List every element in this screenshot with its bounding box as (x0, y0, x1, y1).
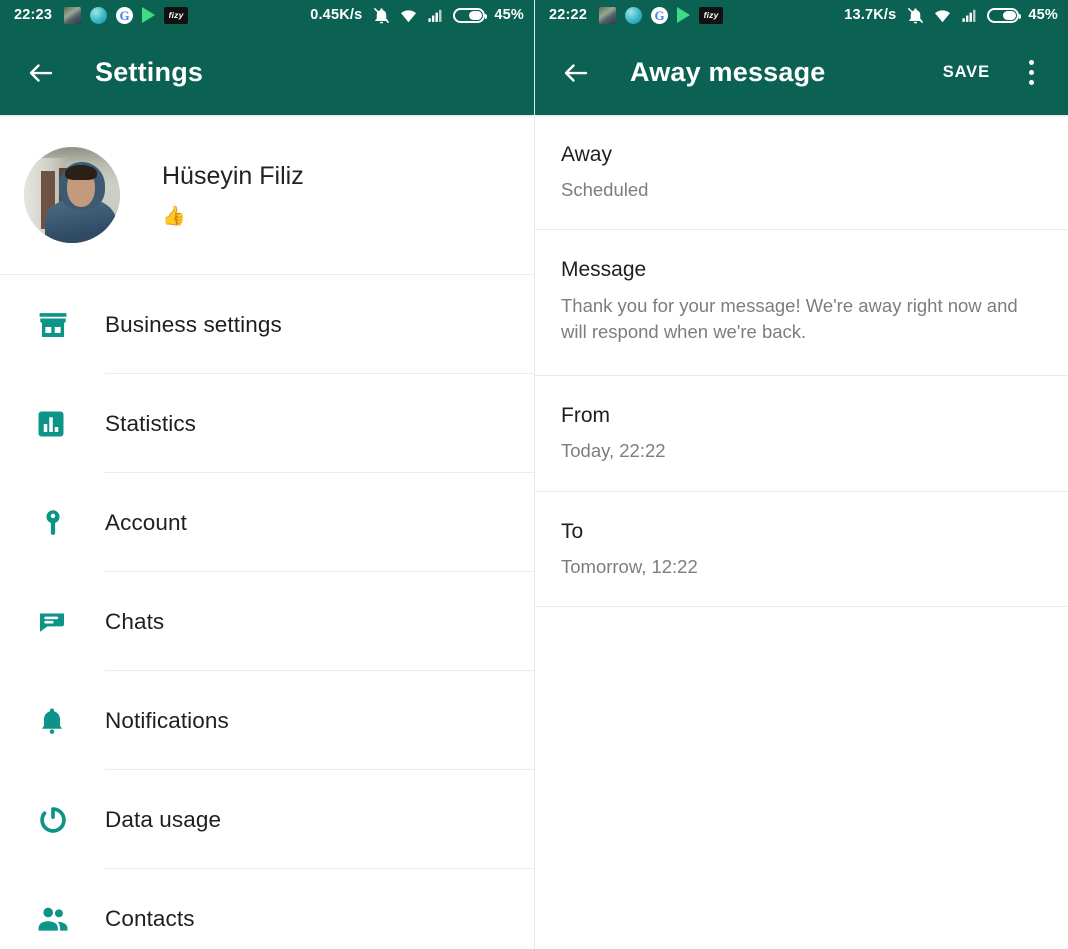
away-row-title: From (561, 404, 610, 428)
status-clock: 22:23 (14, 7, 53, 23)
status-notification-icons: G fizy (64, 6, 189, 24)
signal-bars-icon (962, 9, 976, 22)
settings-list: Business settings Statistics Account Cha… (0, 275, 534, 949)
sidebar-item-contacts[interactable]: Contacts (0, 869, 534, 949)
wifi-icon (401, 9, 417, 22)
bar-chart-icon (36, 409, 74, 439)
status-system-icons: 0.45K/s 45% (310, 6, 524, 25)
fizy-icon: fizy (164, 6, 189, 24)
bell-muted-icon (374, 7, 390, 23)
dual-screenshot: 22:23 G fizy 0.45K/s 45% Settings Hüseyi… (0, 0, 1068, 949)
away-message-panel: 22:22 G fizy 13.7K/s 45% Away message SA… (534, 0, 1068, 949)
arrow-back-icon (564, 63, 588, 82)
bell-icon (36, 705, 74, 737)
away-row-value: Scheduled (561, 179, 649, 201)
sidebar-item-business-settings[interactable]: Business settings (0, 275, 534, 374)
save-button[interactable]: SAVE (937, 55, 996, 90)
avatar[interactable] (24, 146, 120, 243)
data-rate-label: 13.7K/s (844, 7, 897, 23)
sidebar-item-notifications[interactable]: Notifications (0, 671, 534, 770)
sidebar-item-label: Contacts (105, 905, 195, 931)
away-settings-list: Away Scheduled Message Thank you for you… (535, 115, 1068, 608)
away-message-toolbar: Away message SAVE (535, 30, 1068, 115)
away-row-title: To (561, 519, 584, 543)
status-system-icons: 13.7K/s 45% (844, 6, 1058, 25)
battery-percent-label: 45% (494, 7, 524, 23)
away-row-value: Today, 22:22 (561, 440, 666, 462)
storefront-icon (36, 308, 74, 342)
sidebar-item-label: Notifications (105, 707, 229, 733)
bell-muted-icon (908, 7, 924, 23)
status-clock: 22:22 (549, 7, 588, 23)
battery-icon (987, 7, 1022, 23)
away-row-away[interactable]: Away Scheduled (535, 115, 1068, 231)
away-row-value: Thank you for your message! We're away r… (561, 294, 1018, 342)
away-row-message[interactable]: Message Thank you for your message! We'r… (535, 230, 1068, 377)
profile-name: Hüseyin Filiz (162, 162, 304, 191)
photo-thumbnail-icon (64, 6, 82, 24)
status-bar-left: 22:23 G fizy 0.45K/s 45% (0, 0, 534, 30)
arrow-back-icon (29, 63, 53, 82)
photo-thumbnail-icon (599, 6, 617, 24)
sidebar-item-account[interactable]: Account (0, 473, 534, 572)
away-row-value: Tomorrow, 12:22 (561, 555, 698, 577)
away-row-title: Message (561, 258, 647, 282)
status-bar-right: 22:22 G fizy 13.7K/s 45% (535, 0, 1068, 30)
google-icon: G (651, 6, 669, 24)
sidebar-item-chats[interactable]: Chats (0, 572, 534, 671)
battery-percent-label: 45% (1028, 7, 1058, 23)
back-button-settings[interactable] (24, 56, 58, 90)
wifi-icon (935, 9, 951, 22)
battery-icon (453, 7, 488, 23)
profile-status: 👍 (162, 205, 186, 227)
browser-globe-icon (625, 6, 643, 24)
people-icon (36, 902, 74, 936)
key-icon (36, 506, 74, 540)
status-notification-icons: G fizy (599, 6, 724, 24)
sidebar-item-statistics[interactable]: Statistics (0, 374, 534, 473)
sidebar-item-label: Data usage (105, 806, 222, 832)
page-title-settings: Settings (95, 57, 204, 87)
data-refresh-icon (36, 803, 74, 837)
sidebar-item-label: Chats (105, 608, 165, 634)
page-title-away-message: Away message (630, 57, 826, 87)
sidebar-item-label: Account (105, 509, 187, 535)
google-icon: G (116, 6, 134, 24)
away-row-from[interactable]: From Today, 22:22 (535, 376, 1068, 492)
sidebar-item-label: Statistics (105, 410, 197, 436)
signal-bars-icon (428, 9, 442, 22)
chat-bubble-icon (36, 606, 74, 638)
fizy-icon: fizy (699, 6, 724, 24)
play-store-icon (142, 7, 156, 23)
play-store-icon (677, 7, 691, 23)
profile-row[interactable]: Hüseyin Filiz 👍 (0, 115, 534, 275)
sidebar-item-label: Business settings (105, 311, 282, 337)
settings-toolbar: Settings (0, 30, 534, 115)
away-row-title: Away (561, 143, 612, 166)
sidebar-item-data-usage[interactable]: Data usage (0, 770, 534, 869)
profile-meta: Hüseyin Filiz 👍 (162, 163, 304, 226)
more-vertical-icon[interactable] (1016, 53, 1046, 93)
back-button-away-message[interactable] (559, 56, 593, 90)
data-rate-label: 0.45K/s (310, 7, 363, 23)
settings-panel: 22:23 G fizy 0.45K/s 45% Settings Hüseyi… (0, 0, 534, 949)
away-row-to[interactable]: To Tomorrow, 12:22 (535, 492, 1068, 608)
browser-globe-icon (90, 6, 108, 24)
